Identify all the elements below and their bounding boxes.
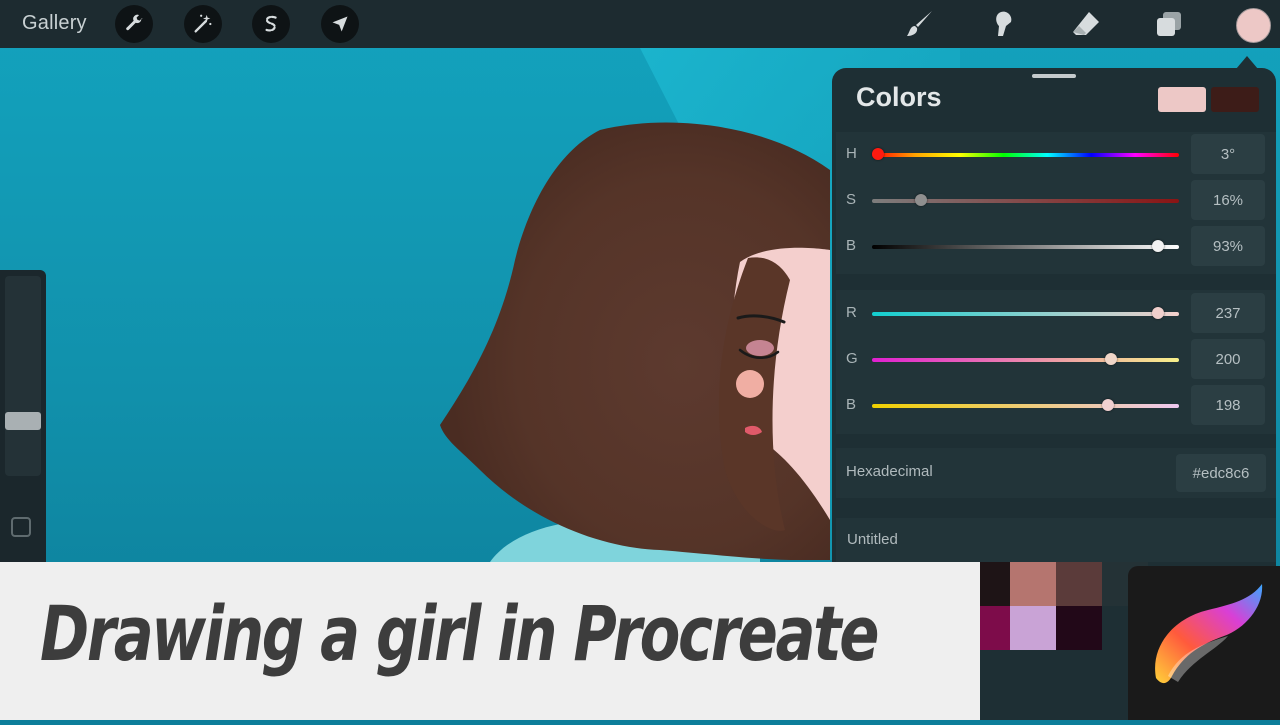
panel-grabber[interactable] (1032, 74, 1076, 78)
hue-slider[interactable] (872, 153, 1179, 157)
primary-color-swatch[interactable] (1158, 87, 1206, 112)
green-label: G (846, 350, 858, 367)
hexadecimal-label: Hexadecimal (846, 463, 933, 480)
modify-button[interactable] (11, 517, 31, 537)
green-row: G 200 (836, 337, 1276, 383)
brightness-row: B 93% (836, 224, 1276, 270)
palette-swatch[interactable] (980, 562, 1010, 606)
banner-title: Drawing a girl in Procreate (40, 589, 879, 678)
palette-swatch[interactable] (980, 606, 1010, 650)
saturation-label: S (846, 191, 857, 208)
gallery-button[interactable]: Gallery (22, 12, 87, 35)
selection-button[interactable] (252, 5, 290, 43)
cheek-blush (736, 370, 764, 398)
smudge-button[interactable] (985, 6, 1021, 42)
blue-row: B 198 (836, 383, 1276, 429)
arrow-cursor-icon (332, 16, 348, 32)
palette-grid (980, 562, 1148, 720)
saturation-thumb[interactable] (915, 194, 928, 206)
wrench-icon (126, 14, 143, 31)
hue-row: H 3° (836, 132, 1276, 178)
smudge-icon (996, 11, 1012, 36)
palette-swatch[interactable] (1056, 606, 1102, 650)
selection-s-icon (264, 15, 277, 32)
red-row: R 237 (836, 291, 1276, 337)
procreate-logo-icon (1155, 584, 1263, 684)
brush-size-slider[interactable] (5, 276, 41, 476)
procreate-logo (1128, 566, 1280, 720)
hue-label: H (846, 145, 857, 162)
palette-swatch[interactable] (1056, 562, 1102, 606)
red-value[interactable]: 237 (1191, 293, 1265, 333)
palette-name: Untitled (847, 531, 898, 548)
left-sidebar (0, 270, 46, 562)
colors-panel: Colors H 3° S 16% B 93% R 237 G 200 B 19… (832, 68, 1276, 568)
green-value[interactable]: 200 (1191, 339, 1265, 379)
red-slider[interactable] (872, 312, 1179, 316)
green-slider[interactable] (872, 358, 1179, 362)
red-thumb[interactable] (1151, 307, 1164, 319)
palette-swatch[interactable] (1010, 562, 1056, 606)
brightness-thumb[interactable] (1151, 240, 1164, 252)
hue-thumb[interactable] (872, 148, 885, 160)
title-banner: Drawing a girl in Procreate (0, 562, 980, 720)
red-label: R (846, 304, 857, 321)
brightness-label: B (846, 237, 857, 254)
layers-icon (1157, 12, 1181, 36)
palette-header[interactable]: Untitled (836, 518, 1276, 562)
green-thumb[interactable] (1105, 353, 1118, 365)
saturation-value[interactable]: 16% (1191, 180, 1265, 220)
top-toolbar: Gallery (0, 0, 1280, 48)
eyeshadow (746, 340, 774, 356)
blue-value[interactable]: 198 (1191, 385, 1265, 425)
transform-button[interactable] (321, 5, 359, 43)
palette-swatch[interactable] (1010, 606, 1056, 650)
hue-value[interactable]: 3° (1191, 134, 1265, 174)
blue-thumb[interactable] (1102, 399, 1115, 411)
brush-button[interactable] (902, 6, 938, 42)
brightness-slider[interactable] (872, 245, 1179, 249)
blue-label: B (846, 396, 857, 413)
layers-button[interactable] (1151, 6, 1187, 42)
magic-wand-icon (194, 14, 212, 33)
panel-title: Colors (856, 82, 942, 112)
blue-slider[interactable] (872, 404, 1179, 408)
actions-button[interactable] (115, 5, 153, 43)
eraser-button[interactable] (1068, 6, 1104, 42)
hsb-sliders: H 3° S 16% B 93% (836, 132, 1276, 274)
saturation-row: S 16% (836, 178, 1276, 224)
brightness-value[interactable]: 93% (1191, 226, 1265, 266)
hexadecimal-row: Hexadecimal #edc8c6 (836, 448, 1276, 498)
eraser-icon (1073, 12, 1099, 35)
brush-icon (907, 11, 932, 36)
hexadecimal-input[interactable]: #edc8c6 (1176, 454, 1266, 492)
secondary-color-swatch[interactable] (1211, 87, 1259, 112)
rgb-sliders: R 237 G 200 B 198 (836, 290, 1276, 434)
brush-size-thumb[interactable] (5, 412, 41, 430)
active-color-button[interactable] (1236, 8, 1271, 43)
adjustments-button[interactable] (184, 5, 222, 43)
